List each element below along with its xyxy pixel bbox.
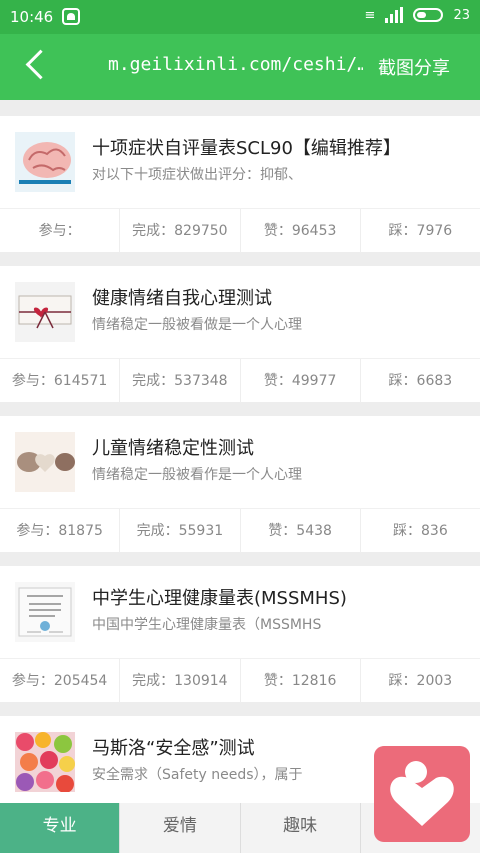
card-title: 儿童情绪稳定性测试 — [92, 438, 254, 459]
card-stats: 参与：205454 完成：130914 赞：12816 踩：2003 — [0, 658, 480, 703]
heart-person-icon — [390, 761, 454, 826]
card-title: 中学生心理健康量表(MSSMHS) — [92, 588, 347, 609]
brain-image — [15, 132, 75, 192]
card-description: 对以下十项症状做出评分：抑郁、 — [92, 167, 302, 183]
signal-icon — [385, 7, 404, 23]
likes-count: 赞：96453 — [241, 209, 361, 253]
back-icon[interactable] — [25, 49, 56, 80]
likes-count: 赞：49977 — [241, 359, 361, 403]
notification-menu-icon: ≡ — [364, 7, 376, 23]
card-stats: 参与：81875 完成：55931 赞：5438 踩：836 — [0, 508, 480, 553]
test-card[interactable]: 中学生心理健康量表(MSSMHS) 中国中学生心理健康量表（MSSMHS 参与：… — [0, 566, 480, 703]
completed-count: 完成：537348 — [120, 359, 241, 403]
dislikes-count: 踩：6683 — [388, 373, 453, 389]
page-url: m.geilixinli.com/ceshi/… — [108, 54, 363, 75]
top-bar: m.geilixinli.com/ceshi/… 截图分享 — [0, 34, 480, 100]
card-description: 中国中学生心理健康量表（MSSMHS — [92, 617, 322, 633]
completed-count: 完成：829750 — [120, 209, 241, 253]
likes-count: 赞：5438 — [241, 509, 361, 553]
status-time: 10:46 — [10, 8, 54, 26]
dislikes-count: 踩：7976 — [388, 223, 453, 239]
message-icon — [62, 8, 80, 25]
likes-count: 赞：12816 — [241, 659, 361, 703]
joined-count: 参与： — [0, 209, 121, 253]
certificate-image — [15, 582, 75, 642]
tab-love[interactable]: 爱情 — [120, 803, 241, 853]
heart-app-button[interactable] — [374, 746, 470, 842]
dislikes-count: 踩：2003 — [388, 673, 453, 689]
candy-image — [15, 732, 75, 792]
completed-count: 完成：55931 — [120, 509, 241, 553]
card-stats: 参与： 完成：829750 赞：96453 踩：7976 — [0, 208, 480, 253]
tab-professional[interactable]: 专业 — [0, 803, 121, 853]
test-card[interactable]: 十项症状自评量表SCL90【编辑推荐】 对以下十项症状做出评分：抑郁、 参与： … — [0, 116, 480, 253]
card-description: 情绪稳定一般被看做是一个人心理 — [92, 317, 302, 333]
test-card[interactable]: 儿童情绪稳定性测试 情绪稳定一般被看作是一个人心理 参与：81875 完成：55… — [0, 416, 480, 553]
tab-fun[interactable]: 趣味 — [241, 803, 361, 853]
card-description: 情绪稳定一般被看作是一个人心理 — [92, 467, 302, 483]
status-bar: 10:46 ≡ 23 — [0, 0, 480, 34]
battery-level: 23 — [453, 7, 470, 23]
gift-box-image — [15, 282, 75, 342]
status-right: ≡ 23 — [365, 7, 470, 23]
test-card[interactable]: 健康情绪自我心理测试 情绪稳定一般被看做是一个人心理 参与：614571 完成：… — [0, 266, 480, 403]
card-title: 十项症状自评量表SCL90【编辑推荐】 — [92, 138, 401, 159]
joined-count: 参与：614571 — [0, 359, 121, 403]
completed-count: 完成：130914 — [120, 659, 241, 703]
battery-icon — [413, 8, 444, 22]
joined-count: 参与：81875 — [0, 509, 121, 553]
screenshot-share-button[interactable]: 截图分享 — [378, 54, 450, 80]
stones-image — [15, 432, 75, 492]
card-title: 马斯洛“安全感”测试 — [92, 738, 255, 759]
card-stats: 参与：614571 完成：537348 赞：49977 踩：6683 — [0, 358, 480, 403]
joined-count: 参与：205454 — [0, 659, 121, 703]
card-title: 健康情绪自我心理测试 — [92, 288, 272, 309]
dislikes-count: 踩：836 — [393, 523, 448, 539]
